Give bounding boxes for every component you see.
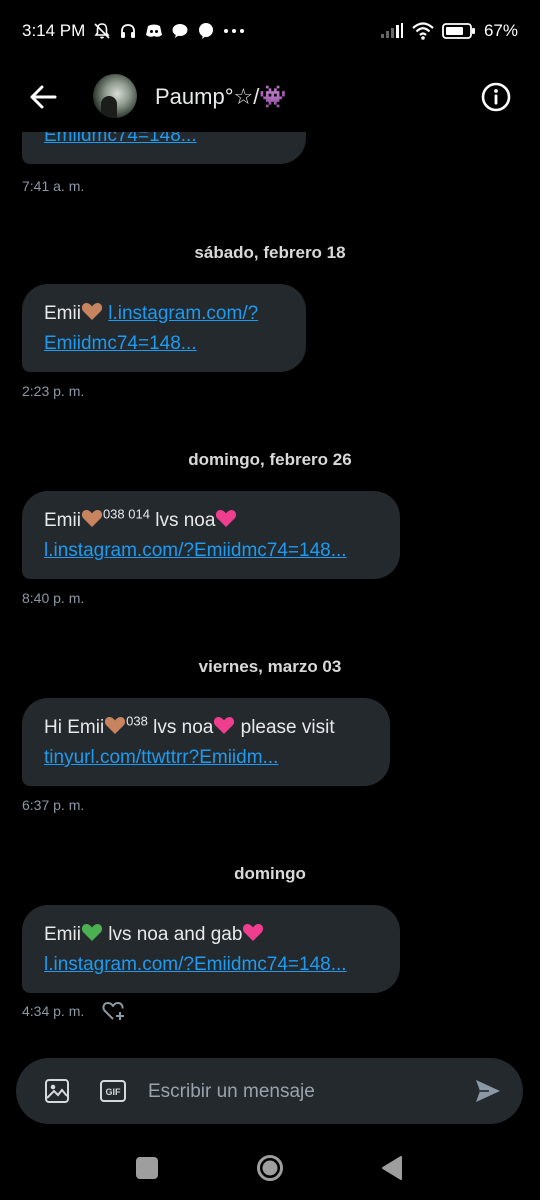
message-bubble[interactable]: Emii l.instagram.com/? Emiidmc74=148... (22, 284, 306, 372)
heart-plus-icon (102, 1002, 124, 1020)
message-time: 8:40 p. m. (22, 590, 85, 606)
message-text: Emii (44, 924, 81, 945)
date-separator: viernes, marzo 03 (198, 657, 342, 676)
chat-icon (171, 22, 189, 40)
headset-icon (119, 22, 137, 40)
recent-apps-button[interactable] (136, 1157, 158, 1179)
mute-icon (93, 22, 111, 40)
status-bar: 3:14 PM 67% (0, 0, 540, 62)
status-time: 3:14 PM (22, 21, 86, 40)
nav-back-button[interactable] (381, 1155, 403, 1186)
message-link[interactable]: Emiidmc74=148... (44, 132, 197, 146)
battery-icon (442, 22, 476, 40)
message-link[interactable]: l.instagram.com/?Emiidmc74=148... (44, 540, 347, 561)
message-link[interactable]: tinyurl.com/ttwttrr?Emiidm... (44, 747, 278, 768)
info-icon (481, 82, 511, 112)
triangle-back-icon (382, 1156, 402, 1180)
heart-emoji (81, 508, 103, 537)
add-image-button[interactable] (44, 1078, 70, 1109)
system-nav-bar (0, 1140, 540, 1200)
message-text: Emii (44, 303, 81, 324)
heart-emoji (104, 715, 126, 744)
wifi-icon (412, 22, 434, 40)
add-reaction-button[interactable] (102, 1000, 126, 1027)
date-separator: domingo, febrero 26 (188, 450, 352, 469)
contact-name[interactable]: Paump°☆/👾 (155, 84, 287, 110)
home-button[interactable] (256, 1154, 284, 1182)
message-text: Hi Emii (44, 717, 105, 738)
message-text: lvs noa and gab (102, 924, 243, 945)
message-input[interactable] (146, 1076, 450, 1108)
message-time: 7:41 a. m. (22, 178, 85, 194)
message-text: lvs noa (149, 510, 216, 531)
avatar[interactable] (93, 74, 137, 118)
home-icon (257, 1155, 283, 1181)
message-bubble[interactable]: Emii lvs noa and gab l.instagram.com/?Em… (22, 905, 400, 993)
image-icon (45, 1079, 69, 1103)
heart-emoji (81, 922, 103, 951)
conversation-header: Paump°☆/👾 (0, 62, 540, 132)
message-text: Emii (44, 510, 81, 531)
arrow-left-icon (30, 85, 57, 109)
date-separator: sábado, febrero 18 (194, 243, 346, 262)
discord-icon (145, 23, 163, 39)
heart-emoji (81, 301, 103, 330)
message-link[interactable]: l.instagram.com/? (108, 303, 258, 324)
message-bubble[interactable]: Emiidmc74=148... (22, 132, 306, 164)
send-button[interactable] (473, 1076, 503, 1111)
more-icon (223, 28, 245, 34)
message-list[interactable]: Emiidmc74=148... 7:41 a. m. sábado, febr… (0, 132, 540, 1054)
message-composer: GIF (16, 1058, 523, 1124)
add-gif-button[interactable]: GIF (100, 1078, 126, 1109)
gif-icon: GIF (100, 1080, 126, 1102)
send-icon (476, 1080, 500, 1102)
message-superscript: 038 014 (102, 506, 150, 522)
back-button[interactable] (26, 80, 60, 114)
heart-emoji (215, 508, 237, 537)
message-time: 2:23 p. m. (22, 383, 85, 399)
message-bubble[interactable]: Hi Emii 038 lvs noa please visit tinyurl.… (22, 698, 390, 786)
message-bubble[interactable]: Emii 038 014 lvs noa l.instagram.com/?Emi… (22, 491, 400, 579)
message-time: 4:34 p. m. (22, 1003, 85, 1019)
message-text: lvs noa (147, 717, 214, 738)
message-time: 6:37 p. m. (22, 797, 85, 813)
signal-icon (380, 23, 404, 39)
message-superscript: 038 (126, 713, 148, 729)
heart-emoji (242, 922, 264, 951)
heart-emoji (213, 715, 235, 744)
chat-icon (197, 22, 215, 40)
info-button[interactable] (480, 81, 512, 113)
gif-label: GIF (106, 1087, 122, 1097)
message-text: please visit (235, 717, 335, 738)
message-link[interactable]: Emiidmc74=148... (44, 333, 197, 354)
date-separator: domingo (234, 864, 306, 883)
message-link[interactable]: l.instagram.com/?Emiidmc74=148... (44, 954, 347, 975)
battery-percent: 67% (483, 21, 518, 40)
